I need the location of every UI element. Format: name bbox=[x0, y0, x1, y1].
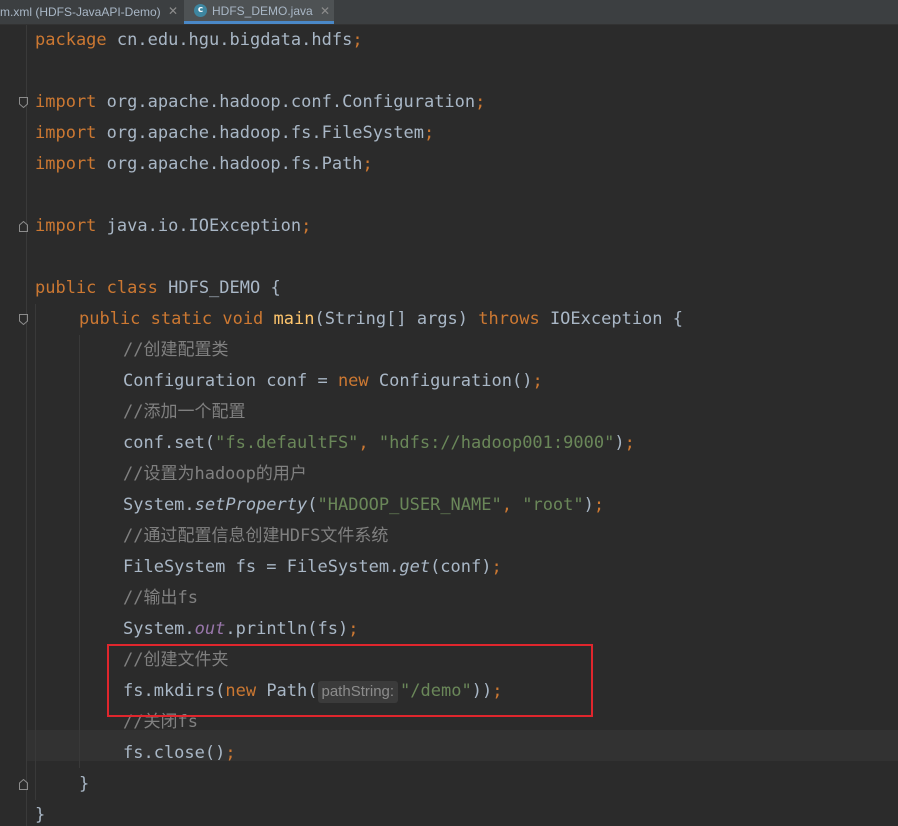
tab-hdfs-demo-java[interactable]: c HDFS_DEMO.java ✕ bbox=[184, 0, 334, 24]
fold-start-icon[interactable] bbox=[19, 97, 28, 108]
closing-brace: } bbox=[35, 805, 46, 825]
tab-label: m.xml (HDFS-JavaAPI-Demo) bbox=[0, 5, 161, 19]
code-line: public class HDFS_DEMO { bbox=[35, 278, 281, 298]
code-line: fs.close(); bbox=[123, 743, 236, 763]
code-comment: //创建配置类 bbox=[123, 340, 229, 360]
code-line: public static void main(String[] args) t… bbox=[79, 309, 684, 329]
fold-end-icon[interactable] bbox=[19, 779, 28, 790]
code-comment: //输出fs bbox=[123, 588, 198, 608]
close-icon[interactable]: ✕ bbox=[320, 4, 330, 18]
code-comment: //通过配置信息创建HDFS文件系统 bbox=[123, 526, 389, 546]
tab-pom-xml[interactable]: m.xml (HDFS-JavaAPI-Demo) ✕ bbox=[0, 0, 182, 24]
gutter-divider bbox=[26, 25, 27, 826]
code-line: Configuration conf = new Configuration()… bbox=[123, 371, 543, 391]
closing-brace: } bbox=[79, 774, 90, 794]
fold-end-icon[interactable] bbox=[19, 221, 28, 232]
code-comment: //添加一个配置 bbox=[123, 402, 246, 422]
code-line: package cn.edu.hgu.bigdata.hdfs; bbox=[35, 30, 363, 50]
code-line: import org.apache.hadoop.fs.FileSystem; bbox=[35, 123, 435, 143]
code-comment: //设置为hadoop的用户 bbox=[123, 464, 307, 484]
indent-guide bbox=[79, 335, 80, 768]
code-line: System.out.println(fs); bbox=[123, 619, 359, 639]
indent-guide bbox=[35, 304, 36, 800]
code-line: System.setProperty("HADOOP_USER_NAME", "… bbox=[123, 495, 605, 515]
code-line: conf.set("fs.defaultFS", "hdfs://hadoop0… bbox=[123, 433, 635, 453]
code-line: import org.apache.hadoop.fs.Path; bbox=[35, 154, 373, 174]
java-class-icon: c bbox=[194, 4, 207, 17]
close-icon[interactable]: ✕ bbox=[168, 4, 178, 18]
editor-tab-bar: m.xml (HDFS-JavaAPI-Demo) ✕ c HDFS_DEMO.… bbox=[0, 0, 898, 25]
fold-start-icon[interactable] bbox=[19, 314, 28, 325]
code-editor[interactable]: package cn.edu.hgu.bigdata.hdfs; import … bbox=[0, 25, 898, 826]
code-line: import org.apache.hadoop.conf.Configurat… bbox=[35, 92, 486, 112]
annotation-highlight-box bbox=[107, 644, 593, 717]
code-line: FileSystem fs = FileSystem.get(conf); bbox=[123, 557, 502, 577]
tab-label: HDFS_DEMO.java bbox=[212, 3, 313, 18]
code-line: import java.io.IOException; bbox=[35, 216, 312, 236]
